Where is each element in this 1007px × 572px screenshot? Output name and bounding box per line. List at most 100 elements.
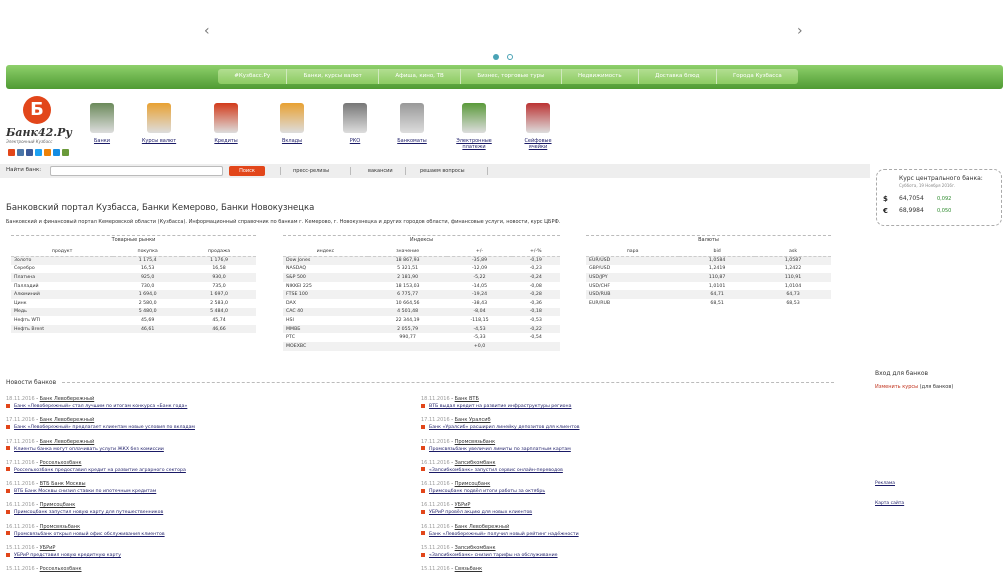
news-title-text[interactable]: ВТБ выдал кредит на развитие инфраструкт… bbox=[429, 404, 571, 409]
news-title-link[interactable]: «Запсибкомбанк» запустил сервис онлайн-п… bbox=[421, 467, 826, 475]
table-row: FTSE 100 6 775,77 -19,24 -0,28 bbox=[283, 290, 560, 299]
table-cell: 990,77 bbox=[399, 335, 416, 341]
sidebar-link-sitemap[interactable]: Карта сайта bbox=[875, 501, 904, 506]
news-title-link[interactable]: Банк «Уралсиб» расширил линейку депозито… bbox=[421, 424, 826, 432]
table-cell: 64,71 bbox=[679, 290, 756, 299]
rss-icon[interactable] bbox=[62, 149, 69, 156]
news-title-link[interactable]: ВТБ Банк Москвы снизил ставки по ипотечн… bbox=[6, 488, 411, 496]
news-title-link[interactable]: Промсвязьбанк увеличил лимиты по зарплат… bbox=[421, 446, 826, 454]
news-source-link[interactable]: Банк Уралсиб bbox=[455, 417, 491, 423]
news-title-text[interactable]: Банк «Уралсиб» расширил линейку депозито… bbox=[429, 425, 580, 430]
news-source-link[interactable]: Примсоцбанк bbox=[40, 502, 76, 508]
news-title-link[interactable]: «Запсибкомбанк» снизил тарифы на обслужи… bbox=[421, 552, 826, 560]
table-cell: -8,04 bbox=[447, 307, 512, 317]
service-label[interactable]: Кредиты bbox=[208, 138, 244, 144]
news-source-link[interactable]: Запсибкомбанк bbox=[455, 460, 496, 466]
news-title-link[interactable]: Банк «Левобережный» стал лучшим по итога… bbox=[6, 403, 411, 411]
tab-4[interactable]: Бизнес, торговые туры bbox=[461, 69, 562, 84]
news-source-link[interactable]: Связьбанк bbox=[455, 566, 483, 572]
service-label[interactable]: Электронные платежи bbox=[456, 138, 492, 150]
service-7[interactable]: Электронные платежи bbox=[456, 103, 492, 150]
search-button[interactable]: Поиск bbox=[229, 166, 265, 176]
service-label[interactable]: Курсы валют bbox=[141, 138, 177, 144]
news-source-link[interactable]: Россельхозбанк bbox=[40, 566, 82, 572]
news-title-text[interactable]: Промсвязьбанк увеличил лимиты по зарплат… bbox=[429, 447, 571, 452]
news-source-link[interactable]: Банк Левобережный bbox=[455, 524, 510, 530]
news-title-text[interactable]: Россельхозбанк предоставил кредит на раз… bbox=[14, 468, 186, 473]
press-releases-link[interactable]: пресс-релизы bbox=[293, 168, 329, 174]
slider-prev-button[interactable]: ‹ bbox=[204, 24, 210, 38]
table-cell: 46,66 bbox=[182, 324, 256, 334]
logo-text[interactable]: Банк42.Ру bbox=[6, 126, 72, 139]
facebook-icon[interactable] bbox=[26, 149, 33, 156]
news-title-text[interactable]: ВТБ Банк Москвы снизил ставки по ипотечн… bbox=[14, 489, 156, 494]
table-cell: USD/RUB bbox=[586, 290, 680, 299]
service-4[interactable]: Вклады bbox=[274, 103, 310, 144]
news-title-text[interactable]: УБРиР провёл акцию для новых клиентов bbox=[429, 510, 532, 515]
tab-7[interactable]: Города Кузбасса bbox=[717, 69, 798, 84]
service-1[interactable]: Банки bbox=[84, 103, 120, 144]
slider-next-button[interactable]: › bbox=[797, 24, 803, 38]
service-3[interactable]: Кредиты bbox=[208, 103, 244, 144]
news-title-text[interactable]: «Запсибкомбанк» снизил тарифы на обслужи… bbox=[429, 553, 558, 558]
service-5[interactable]: РКО bbox=[337, 103, 373, 144]
change-rates-link[interactable]: Изменить курсы bbox=[875, 384, 918, 390]
tab-2[interactable]: Банки, курсы валют bbox=[287, 69, 380, 84]
service-label[interactable]: РКО bbox=[337, 138, 373, 144]
news-title-link[interactable]: Промсвязьбанк открыл новый офис обслужив… bbox=[6, 531, 411, 539]
service-label[interactable]: Вклады bbox=[274, 138, 310, 144]
vacancies-link[interactable]: вакансии bbox=[368, 168, 393, 174]
service-6[interactable]: Банкоматы bbox=[394, 103, 430, 144]
news-title-text[interactable]: УБРиР представил новую кредитную карту bbox=[14, 553, 121, 558]
mailru-icon[interactable] bbox=[53, 149, 60, 156]
news-title-link[interactable]: ВТБ выдал кредит на развитие инфраструкт… bbox=[421, 403, 826, 411]
news-source-link[interactable]: Банк Левобережный bbox=[40, 396, 95, 402]
logo-icon[interactable]: Б bbox=[23, 96, 51, 124]
news-source-link[interactable]: Россельхозбанк bbox=[40, 460, 82, 466]
news-title-link[interactable]: Банк «Левобережный» получил новый рейтин… bbox=[421, 531, 826, 539]
service-label[interactable]: Сейфовые ячейки bbox=[520, 138, 556, 150]
news-title-link[interactable]: Банк «Левобережный» предлагает клиентам … bbox=[6, 424, 411, 432]
news-source-link[interactable]: Промсвязьбанк bbox=[455, 439, 496, 445]
news-title-text[interactable]: «Запсибкомбанк» запустил сервис онлайн-п… bbox=[429, 468, 563, 473]
odnoklassniki-icon[interactable] bbox=[44, 149, 51, 156]
twitter-icon[interactable] bbox=[35, 149, 42, 156]
social-icon-1[interactable] bbox=[8, 149, 15, 156]
slider-dot-1[interactable] bbox=[493, 54, 499, 60]
news-title-text[interactable]: Примсоцбанк подвёл итоги работы за октяб… bbox=[429, 489, 545, 494]
news-title-link[interactable]: Россельхозбанк предоставил кредит на раз… bbox=[6, 467, 411, 475]
news-title-link[interactable]: Клиенты банка могут оплачивать услуги ЖК… bbox=[6, 446, 411, 454]
news-source-link[interactable]: Примсоцбанк bbox=[455, 481, 491, 487]
news-title-link[interactable]: УБРиР представил новую кредитную карту bbox=[6, 552, 411, 560]
tab-3[interactable]: Афиша, кино, ТВ bbox=[379, 69, 462, 84]
news-source-link[interactable]: УБРиР bbox=[455, 502, 471, 508]
vk-icon[interactable] bbox=[17, 149, 24, 156]
tab-1[interactable]: #Кузбасс.Ру bbox=[218, 69, 288, 84]
news-title-link[interactable]: УБРиР провёл акцию для новых клиентов bbox=[421, 509, 826, 517]
news-title-text[interactable]: Банк «Левобережный» стал лучшим по итога… bbox=[14, 404, 187, 409]
news-source-link[interactable]: Промсвязьбанк bbox=[40, 524, 81, 530]
news-source-link[interactable]: Банк ВТБ bbox=[455, 396, 479, 402]
news-source-link[interactable]: УБРиР bbox=[40, 545, 56, 551]
news-source-link[interactable]: Банк Левобережный bbox=[40, 417, 95, 423]
tab-6[interactable]: Доставка блюд bbox=[639, 69, 717, 84]
tab-5[interactable]: Недвижимость bbox=[562, 69, 639, 84]
questions-link[interactable]: решаем вопросы bbox=[420, 168, 465, 174]
news-title-link[interactable]: Примсоцбанк подвёл итоги работы за октяб… bbox=[421, 488, 826, 496]
news-title-text[interactable]: Банк «Левобережный» предлагает клиентам … bbox=[14, 425, 195, 430]
news-title-text[interactable]: Клиенты банка могут оплачивать услуги ЖК… bbox=[14, 447, 164, 452]
service-label[interactable]: Банкоматы bbox=[394, 138, 430, 144]
slider-dot-2[interactable] bbox=[507, 54, 513, 60]
bank-search-input[interactable] bbox=[50, 166, 223, 176]
news-title-link[interactable]: Примсоцбанк запустил новую карту для пут… bbox=[6, 509, 411, 517]
service-label[interactable]: Банки bbox=[84, 138, 120, 144]
service-2[interactable]: Курсы валют bbox=[141, 103, 177, 144]
news-title-text[interactable]: Промсвязьбанк открыл новый офис обслужив… bbox=[14, 532, 165, 537]
news-source-link[interactable]: Запсибкомбанк bbox=[455, 545, 496, 551]
news-source-link[interactable]: ВТБ Банк Москвы bbox=[40, 481, 86, 487]
sidebar-link-ads[interactable]: Реклама bbox=[875, 481, 895, 486]
service-8[interactable]: Сейфовые ячейки bbox=[520, 103, 556, 150]
news-title-text[interactable]: Банк «Левобережный» получил новый рейтин… bbox=[429, 532, 579, 537]
news-title-text[interactable]: Примсоцбанк запустил новую карту для пут… bbox=[14, 510, 163, 515]
news-source-link[interactable]: Банк Левобережный bbox=[40, 439, 95, 445]
